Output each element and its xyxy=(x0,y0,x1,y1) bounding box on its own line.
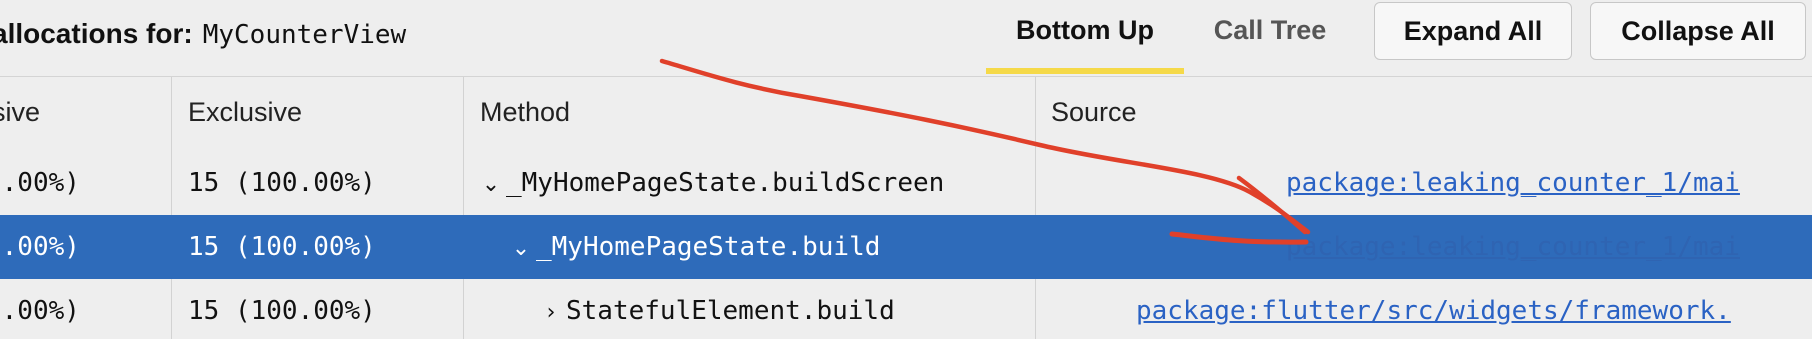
exclusive-cell: 15 (100.00%) xyxy=(188,296,376,326)
method-name: _MyHomePageState.buildScreen xyxy=(506,168,945,198)
allocation-table: sive Exclusive Method Source 0.00%) 15 (… xyxy=(0,77,1812,339)
table-row[interactable]: 0.00%) 15 (100.00%) ⌄_MyHomePageState.bu… xyxy=(0,151,1812,215)
source-link[interactable]: package:leaking_counter_1/mai xyxy=(1286,215,1776,279)
selected-tab-indicator xyxy=(986,68,1184,74)
chevron-down-icon[interactable]: ⌄ xyxy=(480,153,502,217)
collapse-all-button[interactable]: Collapse All xyxy=(1590,2,1806,60)
tab-bottom-up[interactable]: Bottom Up xyxy=(986,0,1184,74)
method-name: _MyHomePageState.build xyxy=(536,232,881,262)
table-footer xyxy=(0,339,1812,358)
expand-all-button[interactable]: Expand All xyxy=(1374,2,1572,60)
exclusive-cell: 15 (100.00%) xyxy=(188,232,376,262)
allocation-title-label: allocations for: xyxy=(0,18,193,49)
column-header-exclusive[interactable]: Exclusive xyxy=(188,77,302,151)
inclusive-cell: 0.00%) xyxy=(0,232,80,262)
inclusive-cell: 0.00%) xyxy=(0,168,80,198)
column-header-method[interactable]: Method xyxy=(480,77,570,151)
source-link[interactable]: package:flutter/src/widgets/framework. xyxy=(1136,279,1776,343)
allocation-class-name: MyCounterView xyxy=(202,20,407,50)
method-cell: ⌄ _MyHomePageState.build xyxy=(510,215,881,281)
allocation-title: allocations for: MyCounterView xyxy=(0,14,406,54)
chevron-down-icon[interactable]: ⌄ xyxy=(510,217,532,281)
chevron-right-icon[interactable]: › xyxy=(540,281,562,345)
allocation-header: allocations for: MyCounterView Bottom Up … xyxy=(0,0,1812,77)
exclusive-cell: 15 (100.00%) xyxy=(188,168,376,198)
method-cell: ⌄ _MyHomePageState.buildScreen xyxy=(480,151,945,217)
inclusive-cell: 0.00%) xyxy=(0,296,80,326)
column-header-inclusive[interactable]: sive xyxy=(0,77,40,151)
tab-call-tree[interactable]: Call Tree xyxy=(1190,0,1350,74)
method-name: StatefulElement.build xyxy=(566,296,895,326)
source-link[interactable]: package:leaking_counter_1/mai xyxy=(1286,151,1776,215)
table-row[interactable]: 0.00%) 15 (100.00%) ›StatefulElement.bui… xyxy=(0,279,1812,343)
column-header-source[interactable]: Source xyxy=(1051,77,1137,151)
table-row-selected[interactable]: 0.00%) 15 (100.00%) ⌄_MyHomePageState.bu… xyxy=(0,215,1812,279)
method-cell: › StatefulElement.build xyxy=(540,279,895,343)
